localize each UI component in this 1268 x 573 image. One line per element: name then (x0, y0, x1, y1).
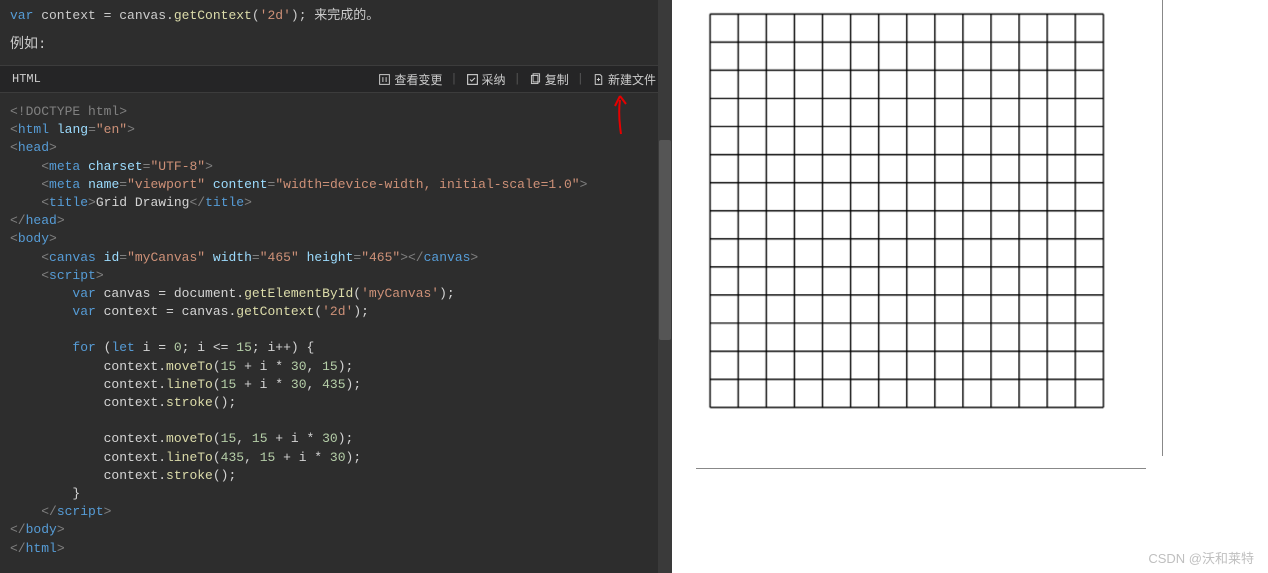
preview-pane: CSDN @沃和莱特 (672, 0, 1268, 573)
accept-button[interactable]: 采纳 (462, 71, 510, 88)
example-label: 例如: (0, 27, 672, 59)
editor-pane: var context = canvas.getContext('2d'); 来… (0, 0, 672, 573)
scrollbar-thumb[interactable] (659, 140, 671, 340)
separator: | (514, 72, 521, 86)
diff-icon (378, 73, 391, 86)
code-language-label: HTML (12, 72, 374, 86)
new-file-button[interactable]: 新建文件 (588, 71, 660, 88)
copy-icon (529, 73, 542, 86)
check-icon (466, 73, 479, 86)
code-keyword: var (10, 8, 33, 23)
separator: | (450, 72, 457, 86)
grid-canvas (696, 0, 1146, 450)
code-block-header: HTML 查看变更 | 采纳 | 复制 | 新建文件 (0, 65, 672, 93)
copy-button[interactable]: 复制 (525, 71, 573, 88)
code-actions: 查看变更 | 采纳 | 复制 | 新建文件 (374, 71, 660, 88)
canvas-output (672, 0, 1268, 469)
view-changes-button[interactable]: 查看变更 (374, 71, 446, 88)
watermark-text: CSDN @沃和莱特 (1148, 548, 1254, 567)
divider-line (696, 468, 1146, 469)
new-file-icon (592, 73, 605, 86)
vertical-divider (1162, 0, 1163, 456)
code-block-body[interactable]: <!DOCTYPE html><html lang="en"><head> <m… (0, 93, 672, 568)
scrollbar-track[interactable] (658, 0, 672, 573)
separator: | (577, 72, 584, 86)
context-snippet: var context = canvas.getContext('2d'); 来… (0, 0, 672, 27)
